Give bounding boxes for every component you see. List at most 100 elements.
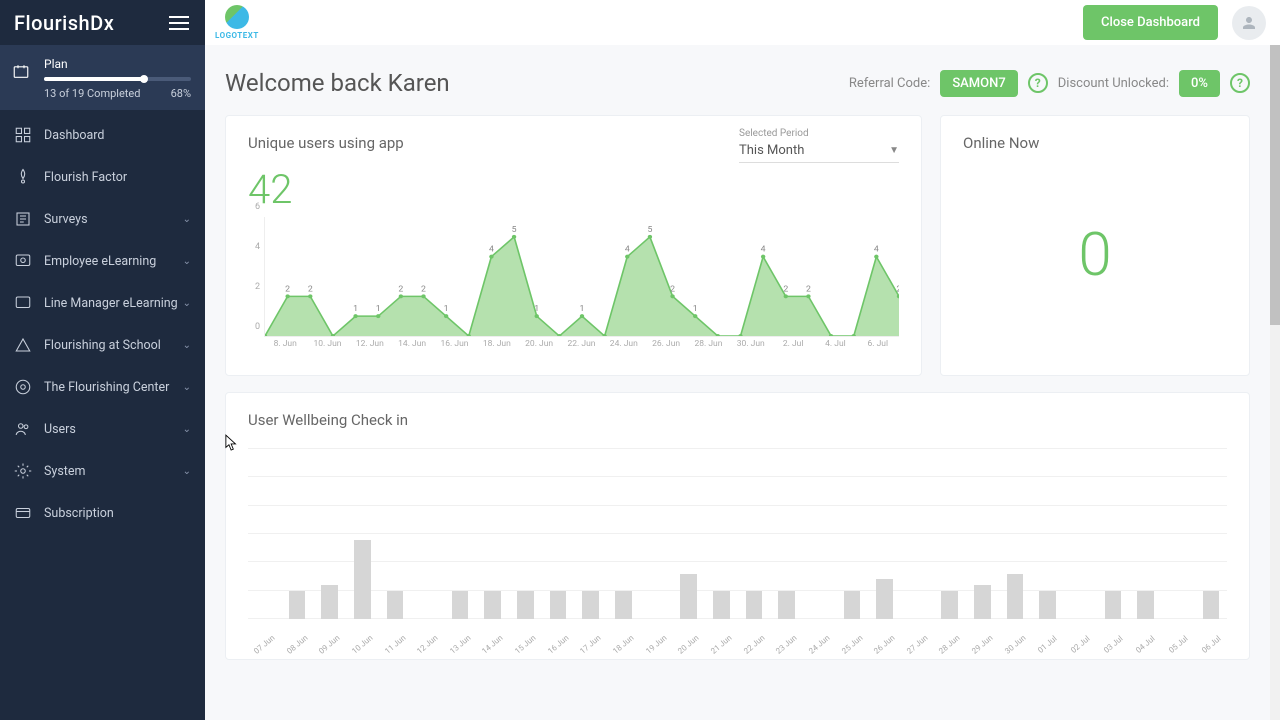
sidebar-item-line-manager-elearning[interactable]: Line Manager eLearning⌄ xyxy=(0,282,205,324)
svg-text:4: 4 xyxy=(489,245,494,255)
chevron-down-icon: ⌄ xyxy=(183,424,191,435)
online-now-value: 0 xyxy=(963,219,1227,290)
wellbeing-card: User Wellbeing Check in 07 Jun08 Jun09 J… xyxy=(225,392,1250,660)
referral-code-pill[interactable]: SAMON7 xyxy=(940,70,1017,97)
svg-text:2: 2 xyxy=(398,285,403,295)
discount-label: Discount Unlocked: xyxy=(1058,76,1169,91)
unique-users-value: 42 xyxy=(248,166,899,213)
nav-icon xyxy=(14,252,32,270)
bar xyxy=(844,591,861,619)
svg-text:1: 1 xyxy=(353,305,358,315)
plan-progress-bar xyxy=(44,77,191,81)
svg-text:2: 2 xyxy=(670,285,675,295)
brand-text: FlourishDx xyxy=(14,11,114,35)
bar xyxy=(1137,591,1154,619)
nav-icon xyxy=(14,210,32,228)
referral-meta: Referral Code: SAMON7 ? Discount Unlocke… xyxy=(849,70,1250,97)
sidebar-item-subscription[interactable]: Subscription xyxy=(0,492,205,534)
unique-users-chart: 0246 22112214511452142242 8. Jun10. Jun1… xyxy=(248,217,899,357)
svg-text:2: 2 xyxy=(783,285,788,295)
sidebar-item-label: Flourishing at School xyxy=(44,338,161,353)
sidebar-item-employee-elearning[interactable]: Employee eLearning⌄ xyxy=(0,240,205,282)
discount-value-pill[interactable]: 0% xyxy=(1179,70,1220,97)
nav-icon xyxy=(14,168,32,186)
referral-help-icon[interactable]: ? xyxy=(1028,73,1048,93)
nav-icon xyxy=(14,462,32,480)
nav-icon xyxy=(14,336,32,354)
bar xyxy=(550,591,567,619)
user-avatar[interactable] xyxy=(1232,6,1266,40)
svg-text:5: 5 xyxy=(512,225,517,235)
plan-icon xyxy=(12,63,30,85)
online-now-card: Online Now 0 xyxy=(940,115,1250,376)
bar xyxy=(484,591,501,619)
sidebar-item-label: Subscription xyxy=(44,506,114,521)
dashboard-header: Welcome back Karen Referral Code: SAMON7… xyxy=(225,69,1250,97)
bar xyxy=(1105,591,1122,619)
bar xyxy=(778,591,795,619)
svg-text:2: 2 xyxy=(285,285,290,295)
bar xyxy=(615,591,632,619)
user-icon xyxy=(1240,14,1258,32)
tenant-logo: LOGOTEXT xyxy=(215,5,259,40)
chevron-down-icon: ▼ xyxy=(889,145,899,156)
online-now-title: Online Now xyxy=(963,134,1227,152)
welcome-heading: Welcome back Karen xyxy=(225,69,450,97)
chevron-down-icon: ⌄ xyxy=(183,382,191,393)
sidebar-item-flourish-factor[interactable]: Flourish Factor xyxy=(0,156,205,198)
bar xyxy=(713,591,730,619)
sidebar-item-label: Users xyxy=(44,422,76,437)
scrollbar-thumb[interactable] xyxy=(1270,45,1280,325)
bar xyxy=(1007,574,1024,619)
bar xyxy=(746,591,763,619)
referral-label: Referral Code: xyxy=(849,76,930,91)
sidebar-item-surveys[interactable]: Surveys⌄ xyxy=(0,198,205,240)
period-selector[interactable]: Selected Period This Month ▼ xyxy=(739,128,899,163)
unique-users-card: Unique users using app Selected Period T… xyxy=(225,115,922,376)
logo-icon xyxy=(225,5,249,29)
bar xyxy=(876,579,893,619)
sidebar-item-label: The Flourishing Center xyxy=(44,380,169,395)
sidebar-item-flourishing-at-school[interactable]: Flourishing at School ⌄ xyxy=(0,324,205,366)
main-content: Welcome back Karen Referral Code: SAMON7… xyxy=(205,45,1270,720)
sidebar-item-the-flourishing-center[interactable]: The Flourishing Center ⌄ xyxy=(0,366,205,408)
bar xyxy=(941,591,958,619)
bar xyxy=(1039,591,1056,619)
bar xyxy=(1203,591,1220,619)
nav-icon xyxy=(14,378,32,396)
sidebar-item-label: Surveys xyxy=(44,212,88,227)
period-value: This Month xyxy=(739,143,804,158)
period-label: Selected Period xyxy=(739,128,899,139)
topbar: FlourishDx LOGOTEXT Close Dashboard xyxy=(0,0,1280,45)
chevron-down-icon: ⌄ xyxy=(183,340,191,351)
sidebar-plan-widget[interactable]: Plan 13 of 19 Completed 68% xyxy=(0,45,205,110)
discount-help-icon[interactable]: ? xyxy=(1230,73,1250,93)
chevron-down-icon: ⌄ xyxy=(183,466,191,477)
sidebar-item-label: Employee eLearning xyxy=(44,254,156,269)
nav-icon xyxy=(14,420,32,438)
sidebar-item-dashboard[interactable]: Dashboard xyxy=(0,114,205,156)
bar xyxy=(680,574,697,619)
hamburger-icon[interactable] xyxy=(169,12,189,34)
topbar-brand-area: FlourishDx xyxy=(0,0,205,45)
plan-percent-text: 68% xyxy=(171,87,191,100)
period-dropdown[interactable]: This Month ▼ xyxy=(739,139,899,163)
close-dashboard-button[interactable]: Close Dashboard xyxy=(1083,5,1218,40)
sidebar-item-label: Dashboard xyxy=(44,128,104,143)
svg-text:2: 2 xyxy=(421,285,426,295)
wellbeing-chart: 07 Jun08 Jun09 Jun10 Jun11 Jun12 Jun13 J… xyxy=(248,449,1227,649)
sidebar-item-system[interactable]: System⌄ xyxy=(0,450,205,492)
vertical-scrollbar[interactable] xyxy=(1270,45,1280,720)
bar xyxy=(387,591,404,619)
sidebar-nav: DashboardFlourish FactorSurveys⌄Employee… xyxy=(0,110,205,534)
svg-text:2: 2 xyxy=(897,285,899,295)
bar xyxy=(289,591,306,619)
sidebar-item-users[interactable]: Users ⌄ xyxy=(0,408,205,450)
bar xyxy=(974,585,991,619)
svg-text:1: 1 xyxy=(444,305,449,315)
bar xyxy=(582,591,599,619)
sidebar-item-label: Line Manager eLearning xyxy=(44,296,178,311)
bar xyxy=(517,591,534,619)
nav-icon xyxy=(14,504,32,522)
svg-text:4: 4 xyxy=(874,245,879,255)
